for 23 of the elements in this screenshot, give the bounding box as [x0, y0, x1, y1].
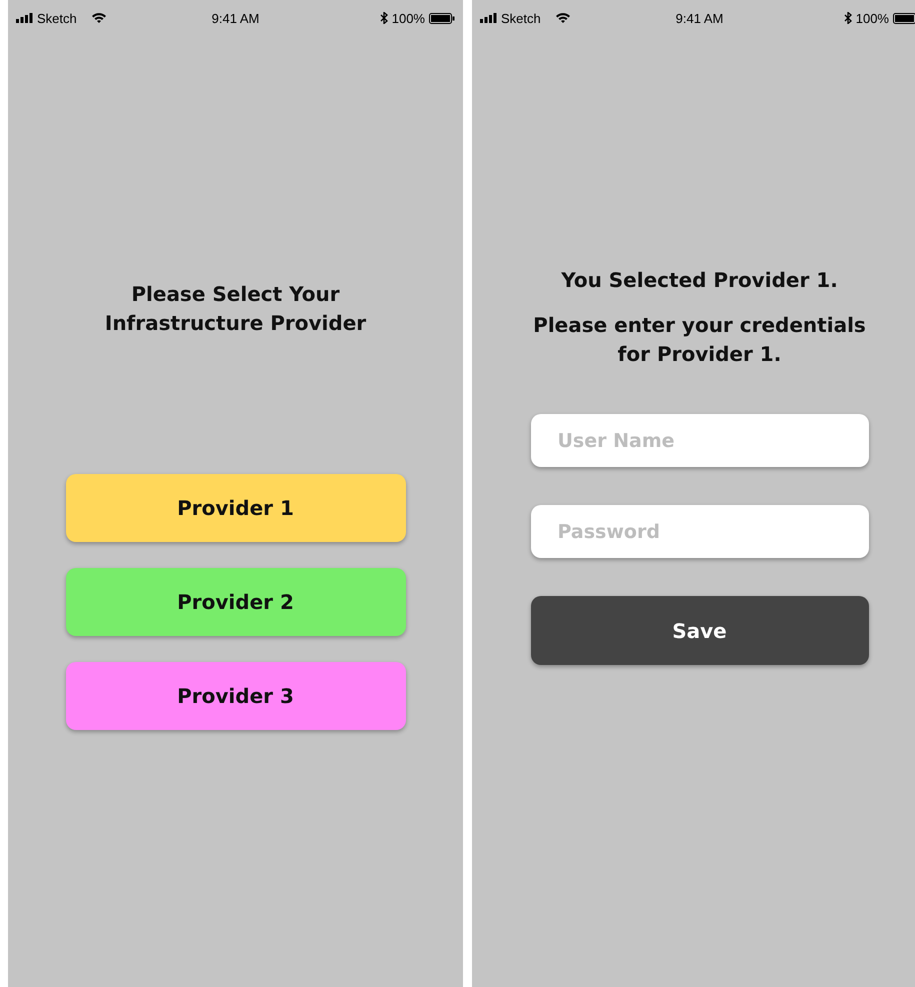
- battery-icon: [892, 12, 915, 24]
- input-field[interactable]: User Name: [530, 414, 868, 467]
- provider-button[interactable]: Provider 1: [66, 474, 406, 542]
- title: You Selected Provider 1.: [561, 267, 838, 294]
- status-time: 9:41 AM: [210, 10, 260, 26]
- provider-button[interactable]: Provider 2: [66, 568, 406, 636]
- save-button[interactable]: Save: [530, 596, 868, 665]
- battery-icon: [428, 12, 455, 24]
- message: Please enter your credentials for Provider 1.: [532, 312, 867, 368]
- carrier-name: Sketch: [501, 10, 541, 26]
- status-time: 9:41 AM: [674, 10, 724, 26]
- wifi-icon: [90, 12, 107, 24]
- bluetooth-icon: [380, 12, 388, 24]
- input-field[interactable]: Password: [530, 505, 868, 558]
- carrier-name: Sketch: [37, 10, 77, 26]
- signal-icon: [480, 13, 497, 23]
- heading: Please Select Your Infrastructure Provider: [104, 281, 368, 337]
- provider-button[interactable]: Provider 3: [66, 662, 406, 730]
- battery-percent: 100%: [392, 10, 425, 26]
- wifi-icon: [554, 12, 571, 24]
- bluetooth-icon: [844, 12, 852, 24]
- battery-percent: 100%: [856, 10, 889, 26]
- signal-icon: [16, 13, 33, 23]
